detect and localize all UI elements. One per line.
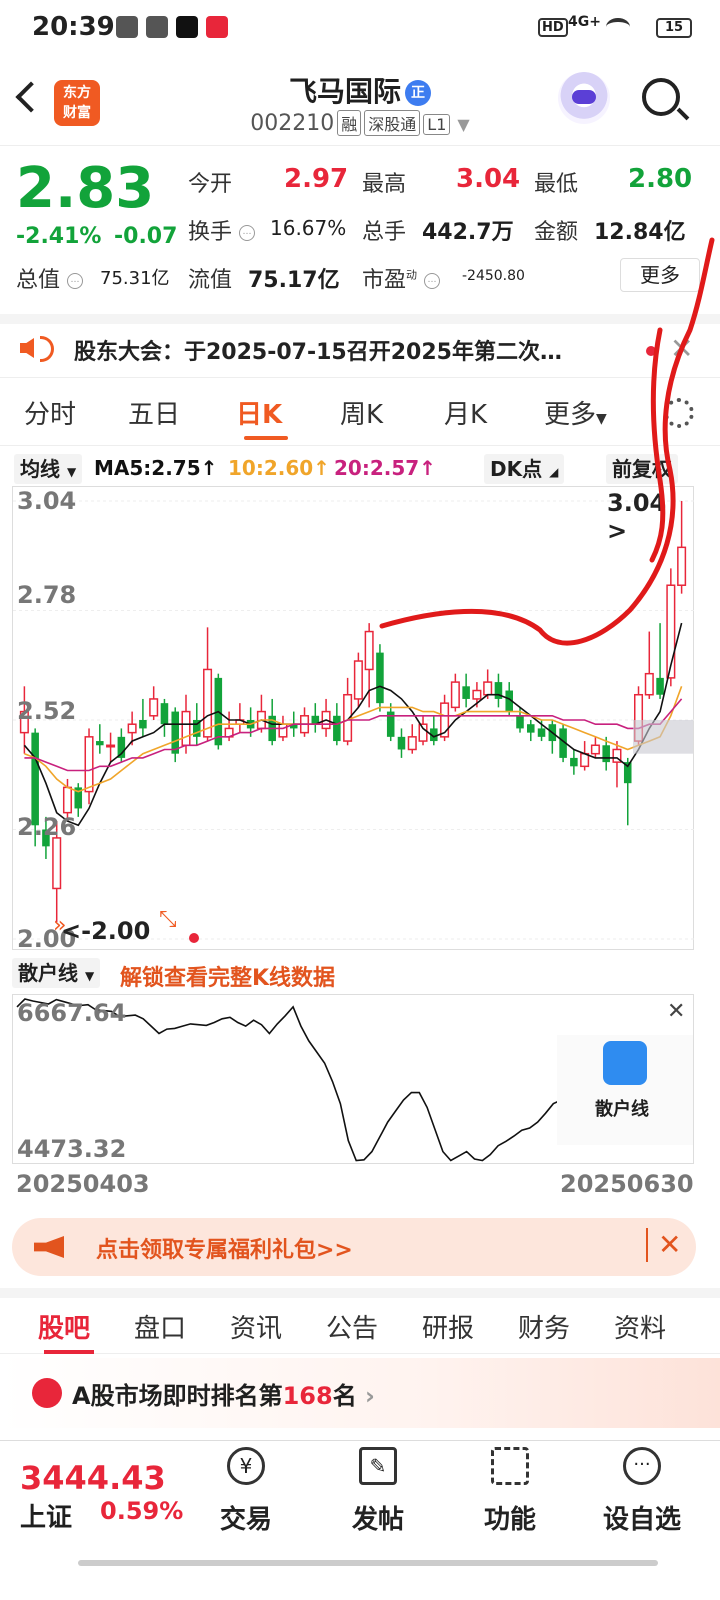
- annotation-overlay: [379, 237, 715, 646]
- annotation-stroke: [379, 237, 715, 646]
- annotation-stroke: [649, 327, 666, 563]
